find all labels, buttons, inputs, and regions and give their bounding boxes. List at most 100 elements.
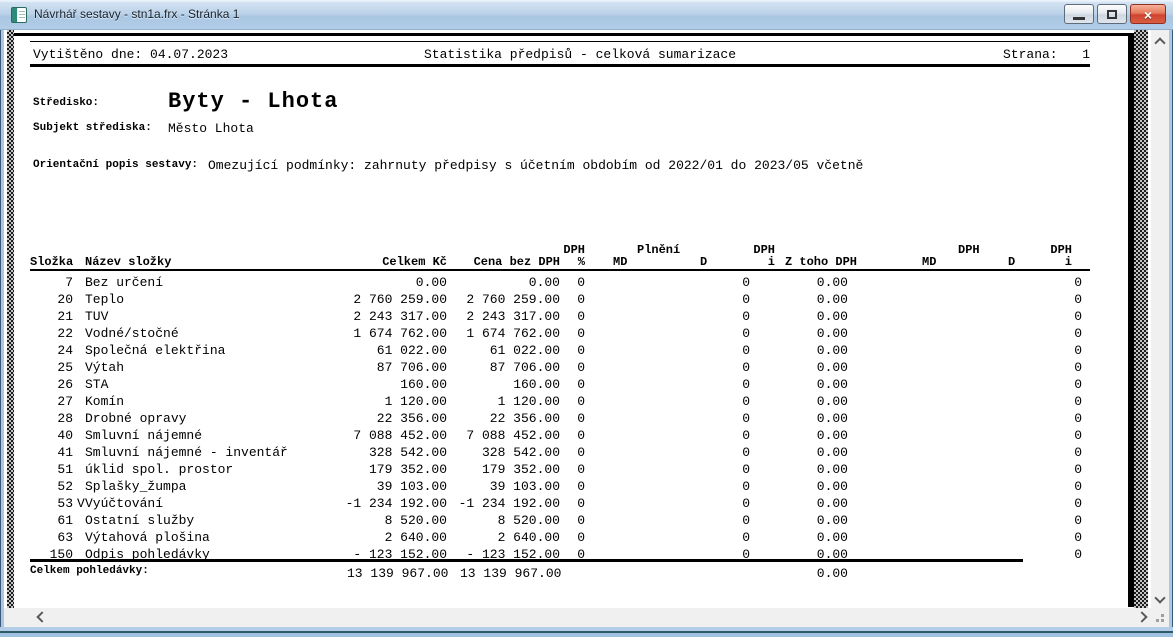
- cell-pct: 0: [560, 325, 585, 342]
- cell-cena: -1 234 192.00: [447, 495, 560, 512]
- cell-ztoho: 0.00: [750, 291, 848, 308]
- report-title: Statistika předpisů - celková sumarizace: [300, 46, 860, 63]
- close-icon: ×: [1131, 6, 1165, 24]
- cell-celkem: 2 243 317.00: [335, 308, 447, 325]
- col-head-plneni: Plnění: [637, 244, 680, 256]
- subjekt-value: Město Lhota: [168, 120, 254, 137]
- cell-code: 52: [30, 478, 73, 495]
- cell-md1: [585, 495, 650, 512]
- cell-celkem: 179 352.00: [335, 461, 447, 478]
- col-head-cena: Cena bez DPH: [440, 256, 560, 268]
- cell-name: Výtah: [85, 359, 335, 376]
- cell-cena: 8 520.00: [447, 512, 560, 529]
- window-title: Návrhář sestavy - stn1a.frx - Stránka 1: [34, 7, 239, 21]
- cell-celkem: 87 706.00: [335, 359, 447, 376]
- cell-d2: [908, 444, 1008, 461]
- cell-i2: 0: [1008, 308, 1082, 325]
- cell-pct: 0: [560, 359, 585, 376]
- cell-md1: [585, 325, 650, 342]
- cell-md2: [848, 461, 908, 478]
- cell-i1: 0: [710, 512, 750, 529]
- table-row: 26STA160.00160.00000.000: [30, 376, 1082, 393]
- cell-flag: [73, 444, 85, 461]
- cell-cena: 2 243 317.00: [447, 308, 560, 325]
- cell-md1: [585, 342, 650, 359]
- cell-name: STA: [85, 376, 335, 393]
- cell-d2: [908, 342, 1008, 359]
- cell-code: 40: [30, 427, 73, 444]
- cell-celkem: 8 520.00: [335, 512, 447, 529]
- cell-celkem: -1 234 192.00: [335, 495, 447, 512]
- app-window: Návrhář sestavy - stn1a.frx - Stránka 1 …: [0, 0, 1173, 637]
- cell-pct: 0: [560, 342, 585, 359]
- horizontal-scrollbar[interactable]: [4, 608, 1151, 627]
- cell-cena: 87 706.00: [447, 359, 560, 376]
- cell-i2: 0: [1008, 512, 1082, 529]
- cell-md2: [848, 410, 908, 427]
- cell-flag: [73, 512, 85, 529]
- cell-flag: [73, 393, 85, 410]
- cell-pct: 0: [560, 274, 585, 291]
- cell-i1: 0: [710, 410, 750, 427]
- cell-ztoho: 0.00: [750, 308, 848, 325]
- cell-cena: 1 674 762.00: [447, 325, 560, 342]
- cell-celkem: 160.00: [335, 376, 447, 393]
- cell-pct: 0: [560, 512, 585, 529]
- cell-pct: 0: [560, 444, 585, 461]
- cell-d1: [650, 393, 710, 410]
- cell-md1: [585, 461, 650, 478]
- cell-ztoho: 0.00: [750, 461, 848, 478]
- cell-name: Výtahová plošina: [85, 529, 335, 546]
- cell-ztoho: 0.00: [750, 376, 848, 393]
- cell-code: 21: [30, 308, 73, 325]
- col-head-slozka: Složka: [30, 256, 73, 268]
- cell-name: Ostatní služby: [85, 512, 335, 529]
- cell-name: Drobné opravy: [85, 410, 335, 427]
- cell-code: 51: [30, 461, 73, 478]
- minimize-button[interactable]: [1064, 4, 1094, 24]
- cell-name: Společná elektřina: [85, 342, 335, 359]
- page-margin-shade-left: [7, 30, 14, 608]
- cell-name: Teplo: [85, 291, 335, 308]
- cell-code: 28: [30, 410, 73, 427]
- cell-name: TUV: [85, 308, 335, 325]
- table-row: 61Ostatní služby8 520.008 520.00000.000: [30, 512, 1082, 529]
- restore-button[interactable]: [1097, 4, 1127, 24]
- resize-grip[interactable]: [1151, 608, 1169, 627]
- cell-md2: [848, 359, 908, 376]
- cell-code: 22: [30, 325, 73, 342]
- cell-i2: 0: [1008, 478, 1082, 495]
- cell-d1: [650, 359, 710, 376]
- cell-pct: 0: [560, 308, 585, 325]
- cell-md2: [848, 308, 908, 325]
- cell-pct: 0: [560, 376, 585, 393]
- cell-name: Splašky_žumpa: [85, 478, 335, 495]
- cell-celkem: 7 088 452.00: [335, 427, 447, 444]
- cell-flag: [73, 478, 85, 495]
- cell-ztoho: 0.00: [750, 495, 848, 512]
- cell-name: Vodné/stočné: [85, 325, 335, 342]
- cell-code: 53: [30, 495, 73, 512]
- cell-i1: 0: [710, 359, 750, 376]
- cell-d2: [908, 512, 1008, 529]
- cell-code: 61: [30, 512, 73, 529]
- rule-columns: [30, 269, 1090, 271]
- title-bar[interactable]: Návrhář sestavy - stn1a.frx - Stránka 1 …: [0, 0, 1173, 30]
- cell-celkem: 1 120.00: [335, 393, 447, 410]
- vertical-scrollbar[interactable]: [1151, 30, 1169, 608]
- cell-i2: 0: [1008, 427, 1082, 444]
- cell-md1: [585, 376, 650, 393]
- popis-value: Omezující podmínky: zahrnuty předpisy s …: [208, 157, 863, 174]
- cell-flag: [73, 291, 85, 308]
- cell-celkem: 2 760 259.00: [335, 291, 447, 308]
- cell-i1: 0: [710, 461, 750, 478]
- cell-i1: 0: [710, 325, 750, 342]
- cell-code: 26: [30, 376, 73, 393]
- cell-celkem: 2 640.00: [335, 529, 447, 546]
- cell-d1: [650, 410, 710, 427]
- cell-i2: 0: [1008, 325, 1082, 342]
- cell-md2: [848, 444, 908, 461]
- close-button[interactable]: ×: [1130, 4, 1166, 24]
- col-head-pct: %: [555, 256, 585, 268]
- col-head-celkem: Celkem Kč: [347, 256, 447, 268]
